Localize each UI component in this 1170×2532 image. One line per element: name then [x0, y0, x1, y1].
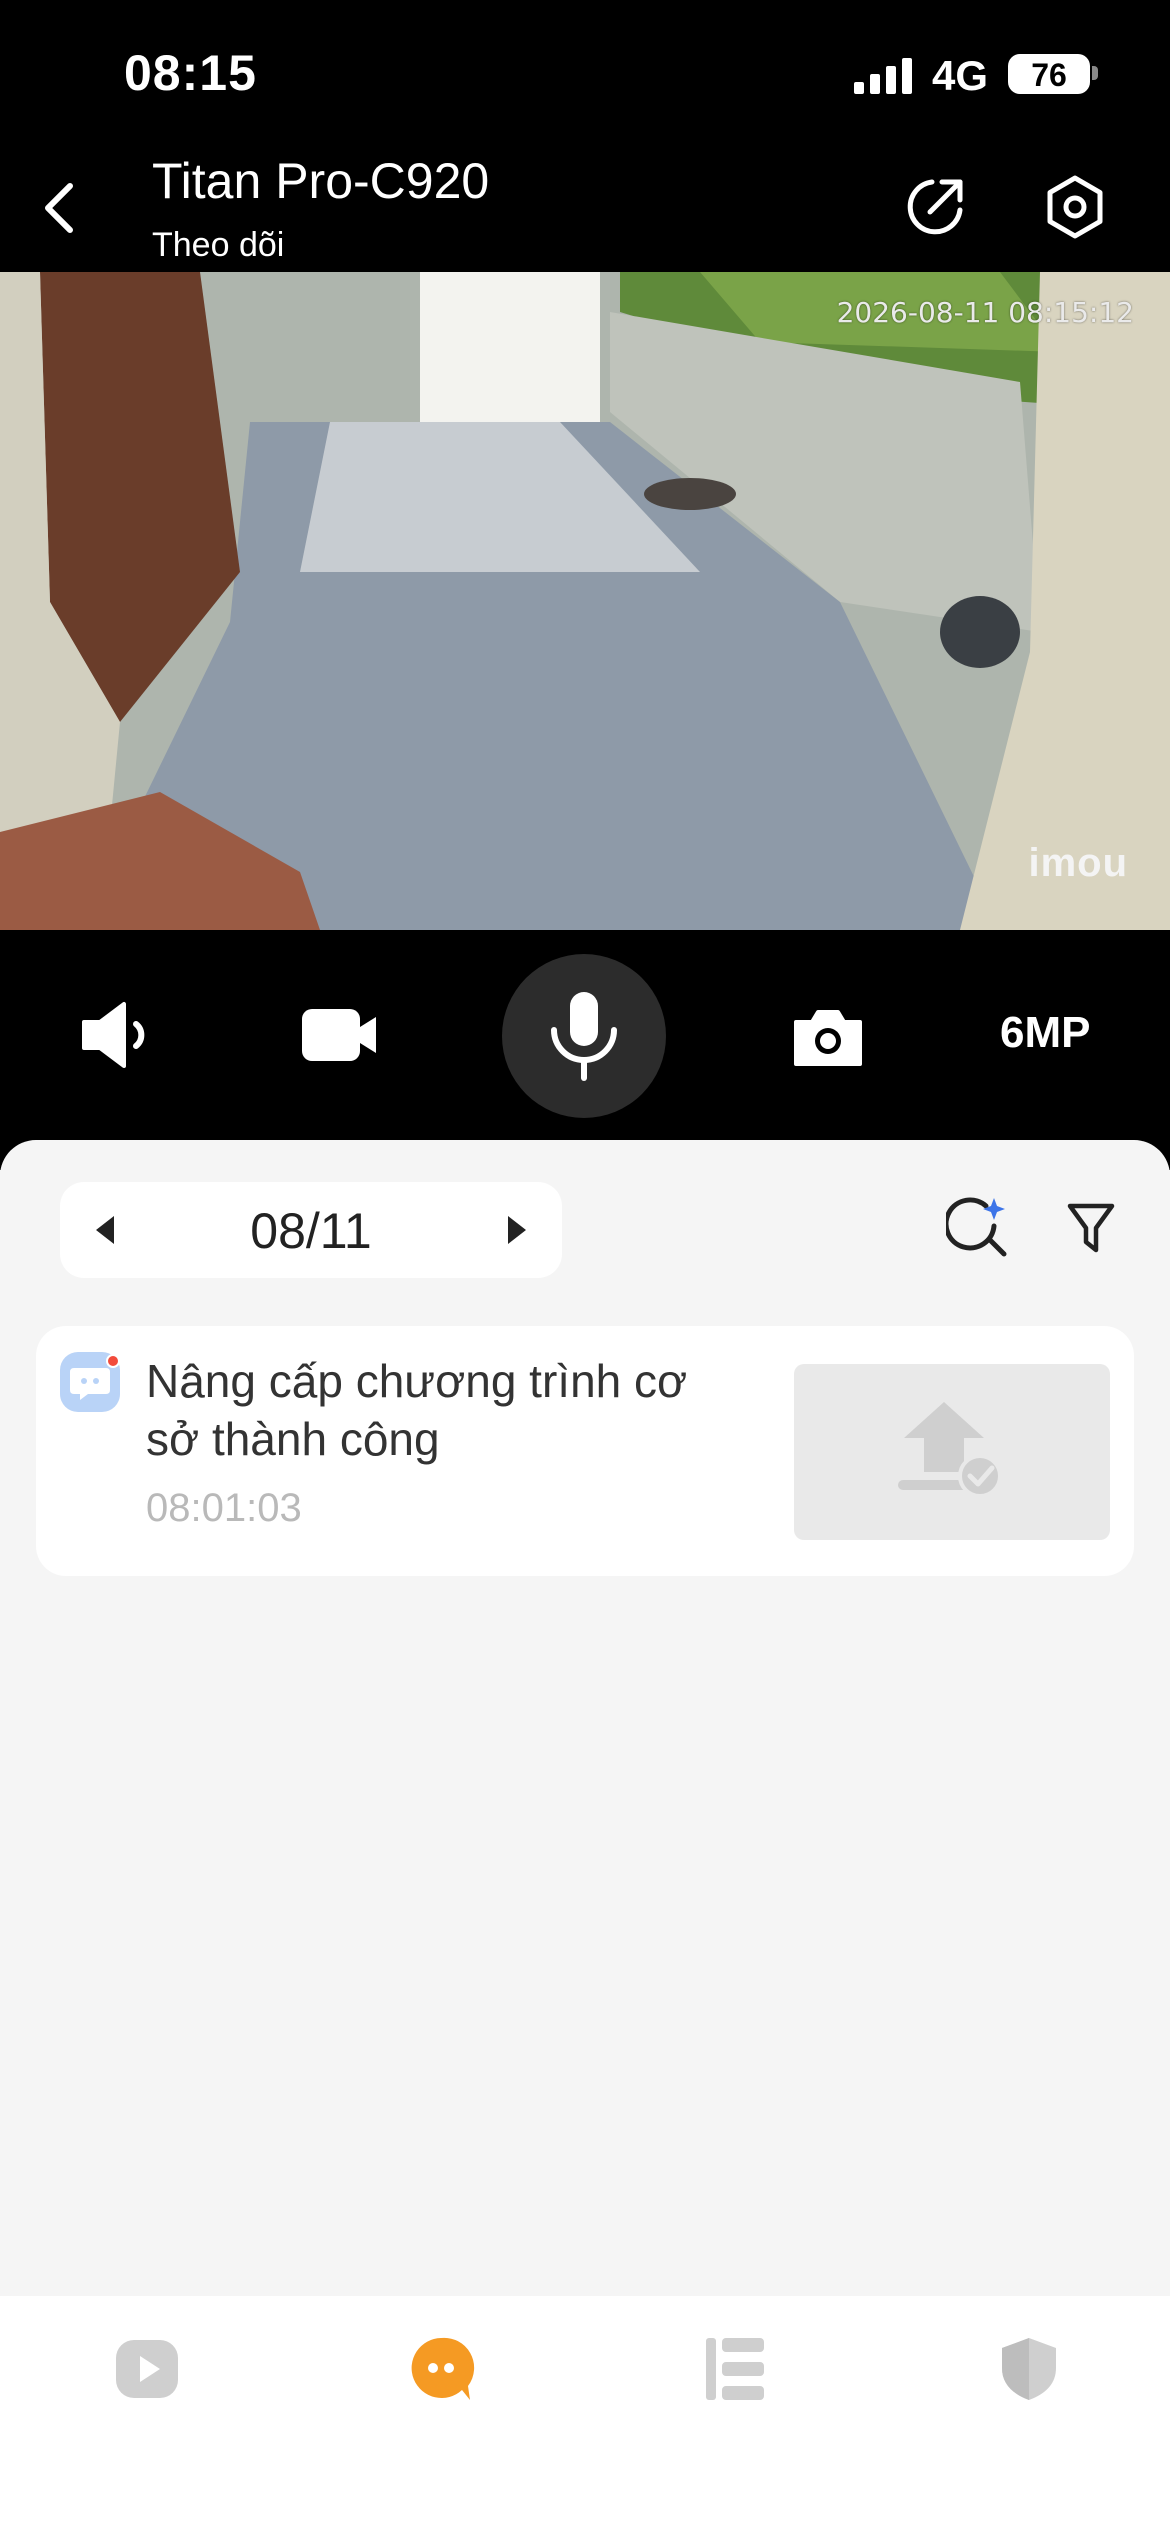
event-time: 08:01:03: [146, 1486, 302, 1530]
play-icon[interactable]: [112, 2334, 182, 2404]
back-icon[interactable]: [38, 178, 82, 238]
date-label[interactable]: 08/11: [60, 1202, 562, 1260]
video-record-icon[interactable]: [300, 1005, 380, 1065]
event-thumbnail[interactable]: [794, 1364, 1110, 1540]
settings-icon[interactable]: [1042, 174, 1108, 240]
speaker-icon[interactable]: [80, 1000, 160, 1070]
filter-icon[interactable]: [1066, 1202, 1116, 1254]
ai-search-icon[interactable]: [946, 1196, 1008, 1258]
device-subtitle: Theo dõi: [152, 226, 285, 264]
next-day-icon[interactable]: [506, 1214, 528, 1246]
share-icon[interactable]: [904, 176, 966, 238]
resolution-button[interactable]: 6MP: [1000, 1008, 1090, 1058]
talk-button[interactable]: [502, 954, 666, 1118]
battery-level: 76: [1031, 57, 1067, 93]
status-right: 4G 76: [0, 52, 1170, 102]
event-list-item[interactable]: Nâng cấp chương trình cơ sở thành công 0…: [36, 1326, 1134, 1576]
brand-watermark: imou: [1028, 841, 1128, 885]
event-title: Nâng cấp chương trình cơ sở thành công: [146, 1355, 688, 1465]
signal-icon: [854, 58, 912, 94]
bottom-navigation: [0, 2296, 1170, 2532]
video-scene: [0, 272, 1170, 930]
battery-icon: 76: [1008, 54, 1090, 94]
camera-icon[interactable]: [792, 1008, 864, 1068]
events-panel: [0, 1140, 1170, 2300]
device-title: Titan Pro-C920: [152, 153, 490, 209]
live-video-feed[interactable]: 2026-08-11 08:15:12 imou: [0, 272, 1170, 930]
date-selector: 08/11: [60, 1182, 562, 1278]
list-icon[interactable]: [700, 2334, 770, 2404]
unread-dot: [106, 1354, 120, 1368]
shield-icon[interactable]: [994, 2334, 1064, 2404]
network-label: 4G: [932, 52, 989, 99]
message-icon[interactable]: [406, 2334, 476, 2404]
microphone-icon: [551, 992, 617, 1081]
battery-tip: [1092, 66, 1098, 80]
video-timestamp: 2026-08-11 08:15:12: [836, 296, 1134, 329]
firmware-upgrade-icon: [898, 1402, 1002, 1498]
